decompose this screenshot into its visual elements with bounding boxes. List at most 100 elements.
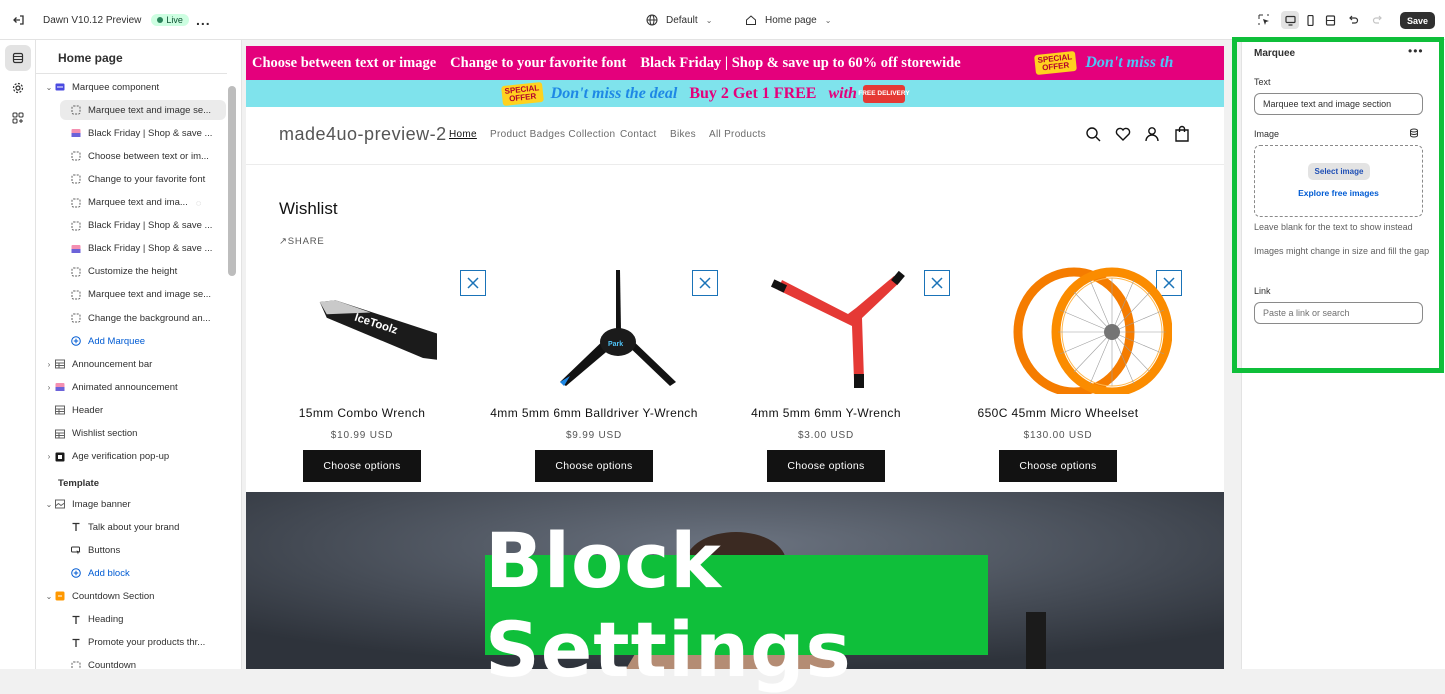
sidebar-item-label: Talk about your brand	[88, 521, 180, 533]
sidebar-item[interactable]: ⌄ Image banner	[44, 494, 226, 514]
y-wrench-image[interactable]	[770, 270, 930, 390]
cart-icon[interactable]	[1173, 125, 1191, 143]
sidebar-item[interactable]: Marquee text and image se...	[64, 285, 226, 305]
more-actions-button[interactable]: ...	[196, 0, 211, 40]
search-icon[interactable]	[1084, 125, 1102, 143]
add-block-button[interactable]: Add block	[64, 563, 226, 583]
sidebar-item[interactable]: Change the background an...	[64, 308, 226, 328]
sidebar-item[interactable]: Marquee text and ima... ◌	[64, 193, 226, 213]
sidebar-item-label: Change the background an...	[88, 312, 211, 324]
globe-icon	[646, 14, 658, 26]
sidebar-item[interactable]: Talk about your brand	[64, 517, 226, 537]
text-icon	[70, 521, 82, 533]
theme-settings-icon[interactable]	[5, 75, 31, 101]
product-name[interactable]: 15mm Combo Wrench	[246, 406, 478, 420]
home-icon	[746, 15, 756, 25]
chevron-icon[interactable]: ›	[44, 360, 54, 369]
section-icon	[54, 428, 66, 440]
marquee-top[interactable]: Choose between text or image Change to y…	[246, 46, 1224, 80]
marquee-text: Don't miss th	[1085, 54, 1174, 71]
sidebar-item-label: Marquee component	[72, 81, 160, 93]
sidebar-item[interactable]: Black Friday | Shop & save ...	[64, 239, 226, 259]
sidebar-item[interactable]: Black Friday | Shop & save ...	[64, 216, 226, 236]
nav-contact[interactable]: Contact	[620, 129, 657, 140]
inspector-icon[interactable]	[1258, 0, 1270, 40]
chevron-icon[interactable]: ⌄	[44, 83, 54, 92]
sections-icon[interactable]	[5, 45, 31, 71]
product-name[interactable]: 4mm 5mm 6mm Balldriver Y-Wrench	[478, 406, 710, 420]
text-icon	[70, 614, 82, 626]
sidebar-item[interactable]: ⌄ Marquee component	[44, 77, 226, 97]
sidebar-item-label: Black Friday | Shop & save ...	[88, 243, 213, 255]
sidebar-item[interactable]: Marquee text and image se...	[60, 100, 226, 121]
share-button[interactable]: ↗SHARE	[279, 236, 325, 247]
save-button[interactable]: Save	[1400, 12, 1435, 29]
account-icon[interactable]	[1143, 125, 1161, 143]
add-block-button[interactable]: Add Marquee	[64, 331, 226, 351]
exit-icon[interactable]	[12, 0, 26, 40]
sidebar-item[interactable]: › Age verification pop-up	[44, 447, 226, 467]
sidebar-item[interactable]: Change to your favorite font	[64, 169, 226, 189]
chevron-icon[interactable]: ›	[44, 383, 54, 392]
highlight-frame	[1232, 37, 1444, 373]
countdown-icon	[54, 590, 66, 602]
marquee-bottom[interactable]: SPECIAL OFFER Don't miss the deal Buy 2 G…	[246, 80, 1224, 107]
nav-home[interactable]: Home	[449, 129, 477, 140]
sidebar-item[interactable]: Choose between text or im...	[64, 146, 226, 166]
nav-product-badges[interactable]: Product Badges Collection	[490, 129, 615, 140]
nav-all-products[interactable]: All Products	[709, 129, 766, 140]
sidebar-item[interactable]: Heading	[64, 610, 226, 630]
choose-options-button[interactable]: Choose options	[999, 450, 1117, 482]
live-dot-icon	[157, 17, 164, 23]
store-name[interactable]: made4uo-preview-2	[279, 124, 447, 145]
live-badge: Live	[151, 14, 189, 26]
choose-options-button[interactable]: Choose options	[767, 450, 885, 482]
sidebar-item[interactable]: Countdown	[64, 656, 226, 669]
product-name[interactable]: 4mm 5mm 6mm Y-Wrench	[710, 406, 942, 420]
sidebar-item[interactable]: Black Friday | Shop & save ...	[64, 123, 226, 143]
chevron-down-icon: ⌄	[824, 15, 832, 25]
popup-icon	[54, 451, 66, 463]
sidebar-item[interactable]: Header	[44, 400, 226, 420]
desktop-view-icon[interactable]	[1281, 11, 1299, 29]
page-selector-label: Home page	[765, 14, 817, 26]
sidebar-item-label: Marquee text and ima...	[88, 197, 188, 208]
sidebar-item[interactable]: Promote your products thr...	[64, 633, 226, 653]
apps-icon[interactable]	[5, 105, 31, 131]
sidebar-item[interactable]: › Announcement bar	[44, 354, 226, 374]
product-name[interactable]: 650C 45mm Micro Wheelset	[942, 406, 1174, 420]
fullscreen-view-icon[interactable]	[1321, 11, 1339, 29]
choose-options-button[interactable]: Choose options	[303, 450, 421, 482]
special-offer-line: OFFER	[508, 91, 537, 103]
nav-bikes[interactable]: Bikes	[670, 129, 696, 140]
chevron-icon[interactable]: ›	[44, 452, 54, 461]
balldriver-y-wrench-image[interactable]: Park	[540, 270, 700, 390]
sidebar-item[interactable]: › Animated announcement	[44, 377, 226, 397]
undo-icon[interactable]	[1347, 0, 1359, 40]
page-selector[interactable]: Home page ⌄	[745, 0, 831, 40]
hidden-eye-icon[interactable]: ◌	[196, 198, 201, 208]
wheelset-image[interactable]	[1012, 266, 1172, 394]
sidebar-item[interactable]: Buttons	[64, 540, 226, 560]
page-title: Home page	[58, 51, 123, 65]
sidebar-item-label: Black Friday | Shop & save ...	[88, 127, 213, 139]
combo-wrench-image[interactable]: IceToolz	[318, 270, 458, 390]
theme-selector[interactable]: Default ⌄	[646, 0, 712, 40]
sidebar-item[interactable]: Customize the height	[64, 262, 226, 282]
redo-icon[interactable]	[1372, 0, 1384, 40]
product-price: $9.99 USD	[565, 430, 623, 441]
mobile-view-icon[interactable]	[1301, 11, 1319, 29]
sidebar-item[interactable]: ⌄ Countdown Section	[44, 586, 226, 606]
special-offer-icon: SPECIAL OFFER	[501, 81, 544, 106]
sidebar-item-label: Add block	[88, 567, 130, 579]
wishlist-heart-icon[interactable]	[1114, 125, 1132, 143]
text-icon	[70, 637, 82, 649]
chevron-icon[interactable]: ⌄	[44, 592, 54, 601]
image-thumb-icon	[70, 127, 82, 139]
sidebar-item-label: Age verification pop-up	[72, 451, 170, 463]
choose-options-button[interactable]: Choose options	[535, 450, 653, 482]
sidebar-item[interactable]: Wishlist section	[44, 424, 226, 444]
product-price: $130.00 USD	[1023, 430, 1093, 441]
chevron-icon[interactable]: ⌄	[44, 500, 54, 509]
sidebar-scrollbar[interactable]	[228, 86, 236, 276]
